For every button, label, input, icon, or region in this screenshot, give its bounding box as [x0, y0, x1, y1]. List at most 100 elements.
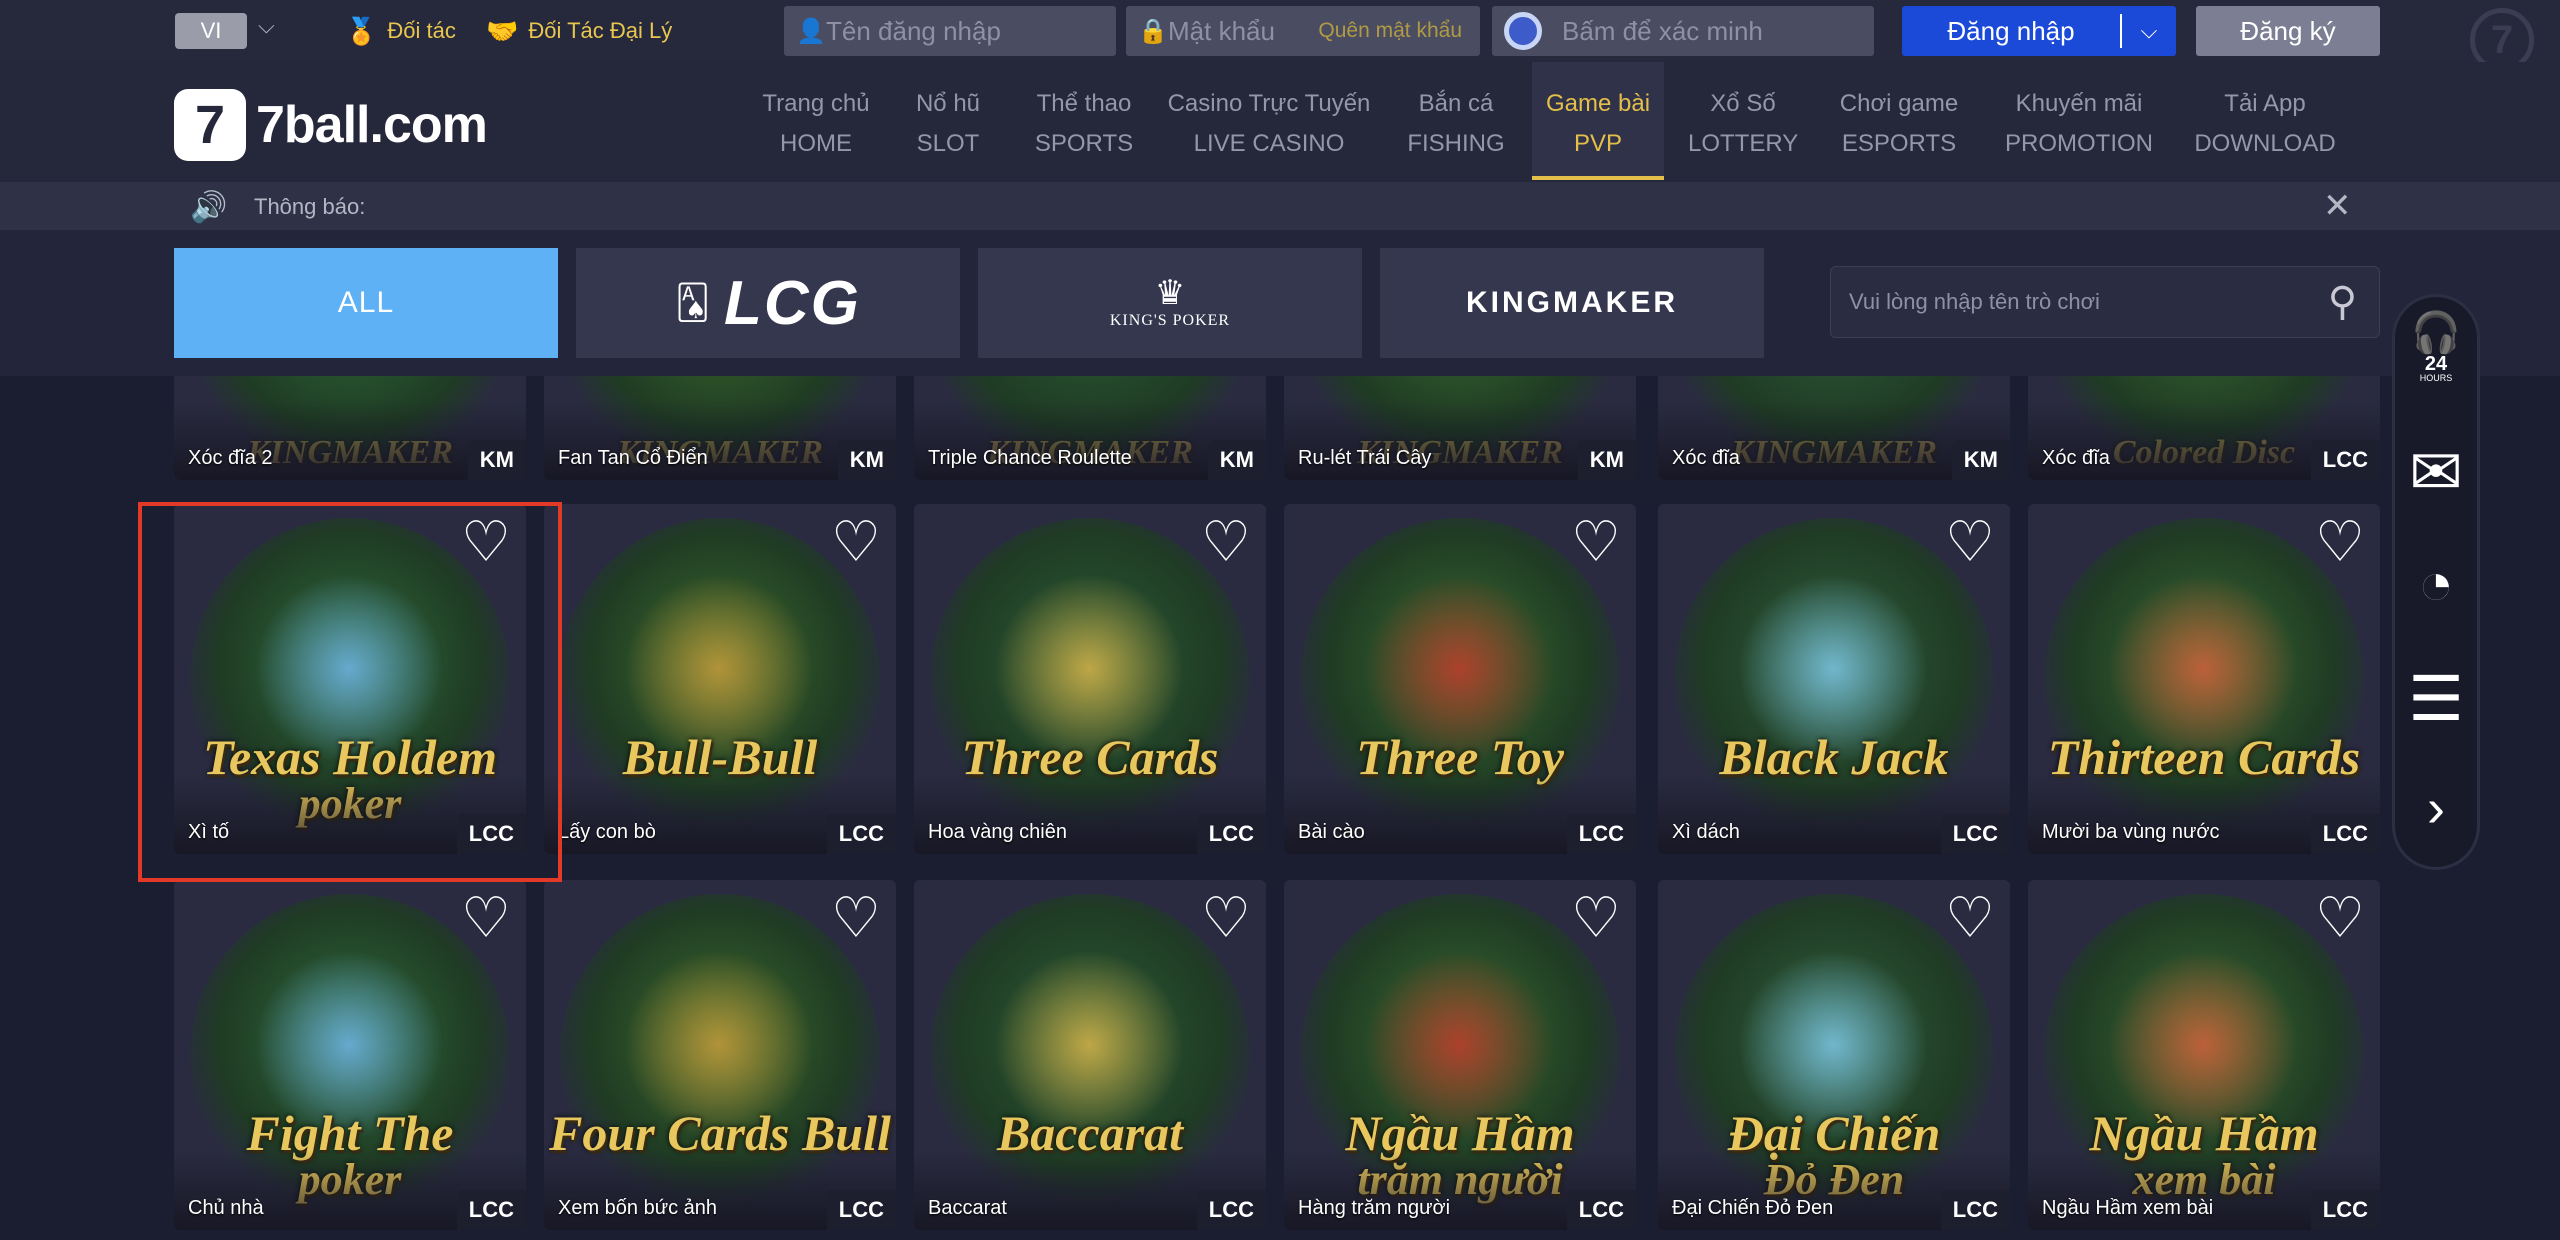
register-button[interactable]: Đăng ký [2196, 6, 2380, 56]
nav-download[interactable]: Tải App DOWNLOAD [2190, 62, 2340, 180]
game-search-input[interactable]: Vui lòng nhập tên trò chơi ⚲ [1830, 266, 2380, 338]
game-name: Đại Chiến Đỏ Đen [1672, 1197, 1834, 1219]
heart-icon[interactable]: ♡ [2312, 514, 2368, 570]
partner-label: Đối tác [387, 18, 456, 43]
crown-icon: ♛ [1154, 275, 1186, 312]
password-field[interactable]: 🔒 Mật khẩu Quên mật khẩu [1126, 6, 1480, 56]
forgot-password-link[interactable]: Quên mật khẩu [1318, 19, 1462, 43]
game-name: Hàng trăm người [1298, 1197, 1451, 1219]
tab-kingmaker[interactable]: KINGMAKER [1380, 248, 1764, 358]
nav-esports[interactable]: Chơi game ESPORTS [1826, 62, 1972, 180]
game-name: Xóc đĩa 2 [188, 447, 273, 469]
nav-item-sublabel: FISHING [1407, 130, 1505, 157]
captcha-verify[interactable]: Bấm để xác minh [1492, 6, 1874, 56]
game-card[interactable]: KINGMAKERFan Tan Cổ ĐiểnKM [544, 376, 896, 480]
game-card[interactable]: KINGMAKERRu-lét Trái CâyKM [1284, 376, 1636, 480]
tab-label: KINGMAKER [1466, 286, 1678, 319]
heart-icon[interactable]: ♡ [1198, 514, 1254, 570]
game-card[interactable]: Baccarat Baccarat LCC ♡ [914, 880, 1266, 1230]
game-name: Xóc đĩa [2042, 447, 2110, 469]
heart-icon[interactable]: ♡ [828, 514, 884, 570]
game-card[interactable]: KINGMAKERXóc đĩa 2KM [174, 376, 526, 480]
game-card[interactable]: Three Cards Hoa vàng chiên LCC ♡ [914, 504, 1266, 854]
game-card[interactable]: KINGMAKERXóc đĩaKM [1658, 376, 2010, 480]
game-card[interactable]: Texas HoldempokerXì tốLCC♡ [174, 504, 526, 854]
game-card[interactable]: Colored DiscXóc đĩaLCC [2028, 376, 2380, 480]
heart-icon[interactable]: ♡ [1942, 890, 1998, 946]
provider-badge: LCC [1196, 814, 1266, 854]
game-card[interactable]: KINGMAKERTriple Chance RouletteKM [914, 376, 1266, 480]
nav-item-label: Trang chủ [762, 90, 870, 117]
heart-icon[interactable]: ♡ [458, 890, 514, 946]
partner-link[interactable]: 🏅 Đối tác [345, 14, 456, 48]
tab-label: KING'S POKER [1109, 312, 1231, 329]
headset-icon: 🎧 [2411, 311, 2461, 355]
nav-fishing[interactable]: Bắn cá FISHING [1398, 62, 1514, 180]
nav-promotion[interactable]: Khuyến mãi PROMOTION [1998, 62, 2160, 180]
provider-badge: KM [467, 440, 526, 480]
nav-item-label: Nổ hũ [915, 90, 981, 117]
heart-icon[interactable]: ♡ [1198, 890, 1254, 946]
game-card[interactable]: Four Cards Bull Xem bốn bức ảnh LCC ♡ [544, 880, 896, 1230]
provider-badge: LCC [826, 1190, 896, 1230]
nav-live-casino[interactable]: Casino Trực Tuyến LIVE CASINO [1164, 62, 1374, 180]
mail-icon[interactable]: ✉ [2395, 437, 2477, 507]
support-sub: HOURS [2419, 373, 2453, 383]
cards-icon: 🂡 [675, 284, 710, 322]
search-icon[interactable]: ⚲ [2328, 279, 2357, 325]
heart-icon[interactable]: ♡ [1568, 514, 1624, 570]
chevron-down-icon[interactable]: ⌵ [258, 14, 282, 38]
heart-icon[interactable]: ♡ [458, 514, 514, 570]
nav-item-label: Casino Trực Tuyến [1167, 90, 1371, 117]
nav-item-sublabel: HOME [780, 130, 852, 157]
livechat-icon[interactable]: ◔ [2395, 549, 2477, 619]
nav-item-label: Game bài [1545, 90, 1651, 117]
site-logo[interactable]: 7 7ball.com [174, 88, 488, 162]
heart-icon[interactable]: ♡ [828, 890, 884, 946]
tab-all[interactable]: ALL [174, 248, 558, 358]
nav-item-sublabel: ESPORTS [1841, 130, 1957, 157]
game-card[interactable]: Đại ChiếnĐỏ ĐenĐại Chiến Đỏ ĐenLCC♡ [1658, 880, 2010, 1230]
heart-icon[interactable]: ♡ [2312, 890, 2368, 946]
provider-badge: LCC [2310, 440, 2380, 480]
nav-item-label: Khuyến mãi [2015, 90, 2143, 117]
game-card[interactable]: Black Jack Xì dách LCC ♡ [1658, 504, 2010, 854]
game-card[interactable]: Thirteen Cards Mười ba vùng nước LCC ♡ [2028, 504, 2380, 854]
nav-pvp[interactable]: Game bài PVP [1532, 62, 1664, 180]
menu-icon[interactable]: ☰ [2395, 665, 2477, 735]
agent-partner-link[interactable]: 🤝 Đối Tác Đại Lý [486, 14, 672, 48]
support-24h[interactable]: 🎧 24 HOURS [2395, 311, 2477, 383]
login-button[interactable]: Đăng nhập ⌵ [1902, 6, 2176, 56]
provider-filter: ALL 🂡 LCG ♛ KING'S POKER KINGMAKER Vui l… [0, 230, 2560, 376]
close-icon[interactable]: ✕ [2323, 186, 2352, 226]
game-card[interactable]: Fight ThepokerChủ nhàLCC♡ [174, 880, 526, 1230]
game-grid: KINGMAKERXóc đĩa 2KMKINGMAKERFan Tan Cổ … [0, 376, 2400, 1240]
language-selector[interactable]: VI [175, 13, 247, 49]
heart-icon[interactable]: ♡ [1568, 890, 1624, 946]
support-hours: 24 [2424, 353, 2448, 375]
captcha-icon [1504, 12, 1542, 50]
nav-item-sublabel: LIVE CASINO [1193, 130, 1345, 157]
speaker-icon: 🔊 [190, 191, 228, 224]
provider-badge: LCC [1566, 814, 1636, 854]
nav-lottery[interactable]: Xổ Số LOTTERY [1688, 62, 1798, 180]
provider-badge: LCC [2310, 1190, 2380, 1230]
game-card[interactable]: Ngầu Hầmtrăm ngườiHàng trăm ngườiLCC♡ [1284, 880, 1636, 1230]
provider-badge: KM [1577, 440, 1636, 480]
chevron-down-icon[interactable]: ⌵ [2122, 18, 2176, 44]
provider-badge: LCC [456, 1190, 526, 1230]
kings-poker-logo: ♛ KING'S POKER [1110, 276, 1230, 330]
game-card[interactable]: Three Toy Bài cào LCC ♡ [1284, 504, 1636, 854]
nav-sports[interactable]: Thể thao SPORTS [1024, 62, 1144, 180]
heart-icon[interactable]: ♡ [1942, 514, 1998, 570]
tab-kings-poker[interactable]: ♛ KING'S POKER [978, 248, 1362, 358]
game-card[interactable]: Bull-Bull Lấy con bò LCC ♡ [544, 504, 896, 854]
nav-home[interactable]: Trang chủ HOME [752, 62, 880, 180]
nav-slot[interactable]: Nổ hũ SLOT [900, 62, 996, 180]
game-card[interactable]: Ngầu Hầmxem bàiNgầu Hầm xem bàiLCC♡ [2028, 880, 2380, 1230]
chevron-right-icon[interactable]: › [2395, 773, 2477, 843]
tab-lcg[interactable]: 🂡 LCG [576, 248, 960, 358]
nav-item-label: Bắn cá [1418, 90, 1494, 117]
tab-label: ALL [337, 286, 395, 319]
username-field[interactable]: 👤 Tên đăng nhập [784, 6, 1116, 56]
